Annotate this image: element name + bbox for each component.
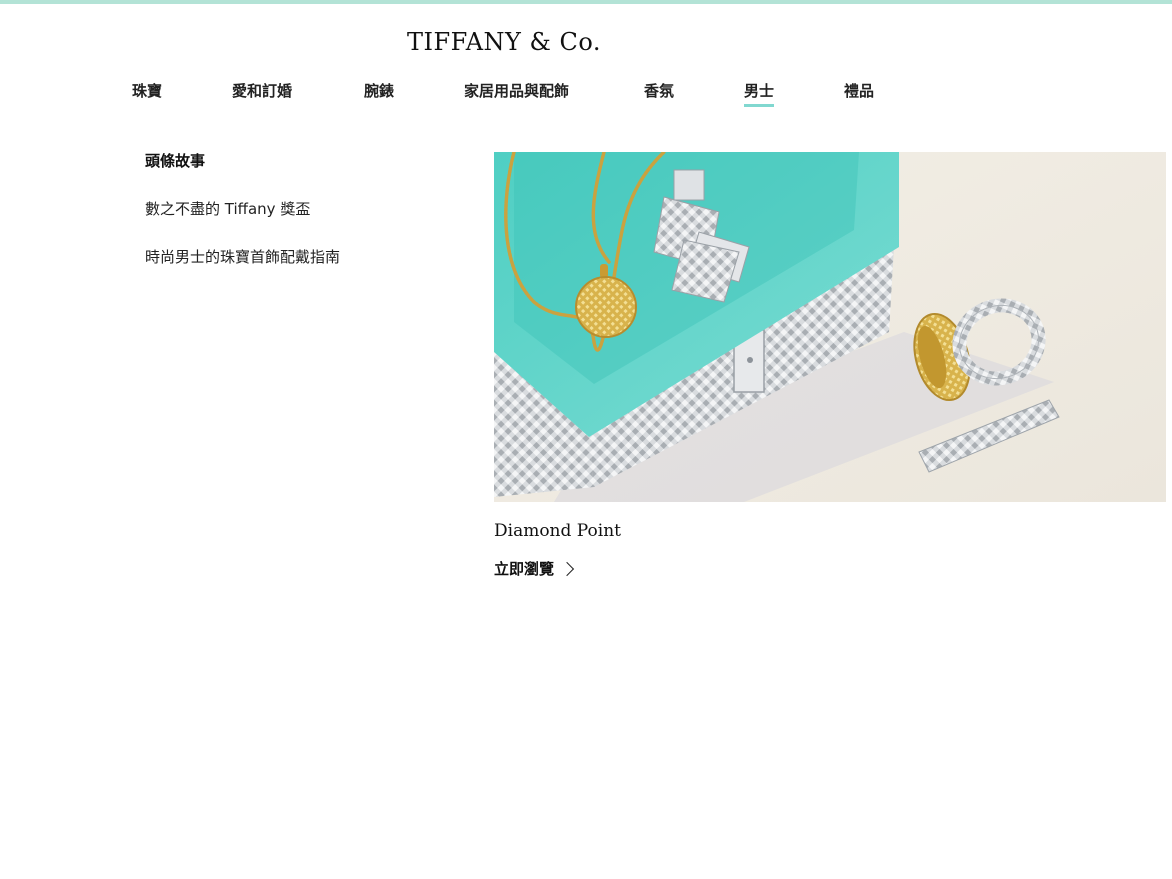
feature-title: Diamond Point bbox=[494, 521, 621, 541]
browse-now-link[interactable]: 立即瀏覽 bbox=[494, 558, 575, 579]
side-menu-item-style-guide[interactable]: 時尚男士的珠寶首飾配戴指南 bbox=[145, 246, 340, 267]
browse-now-label: 立即瀏覽 bbox=[494, 560, 555, 578]
side-menu-heading[interactable]: 頭條故事 bbox=[145, 150, 205, 171]
feature-image[interactable] bbox=[494, 152, 1166, 502]
nav-item-fragrance[interactable]: 香氛 bbox=[644, 80, 674, 101]
side-menu-item-trophies[interactable]: 數之不盡的 Tiffany 獎盃 bbox=[145, 198, 310, 219]
nav-item-love-engagement[interactable]: 愛和訂婚 bbox=[232, 80, 292, 101]
chevron-right-icon bbox=[559, 561, 575, 576]
nav-item-jewelry[interactable]: 珠寶 bbox=[132, 80, 162, 101]
nav-item-home-accessories[interactable]: 家居用品與配飾 bbox=[464, 80, 569, 101]
brand-logo[interactable]: TIFFANY & Co. bbox=[380, 28, 628, 56]
nav-item-watches[interactable]: 腕錶 bbox=[364, 80, 394, 101]
nav-item-gifts[interactable]: 禮品 bbox=[844, 80, 874, 101]
nav-item-men[interactable]: 男士 bbox=[744, 80, 775, 107]
main-navigation: 珠寶 愛和訂婚 腕錶 家居用品與配飾 香氛 男士 禮品 bbox=[0, 80, 1172, 110]
top-accent-bar bbox=[0, 0, 1172, 4]
